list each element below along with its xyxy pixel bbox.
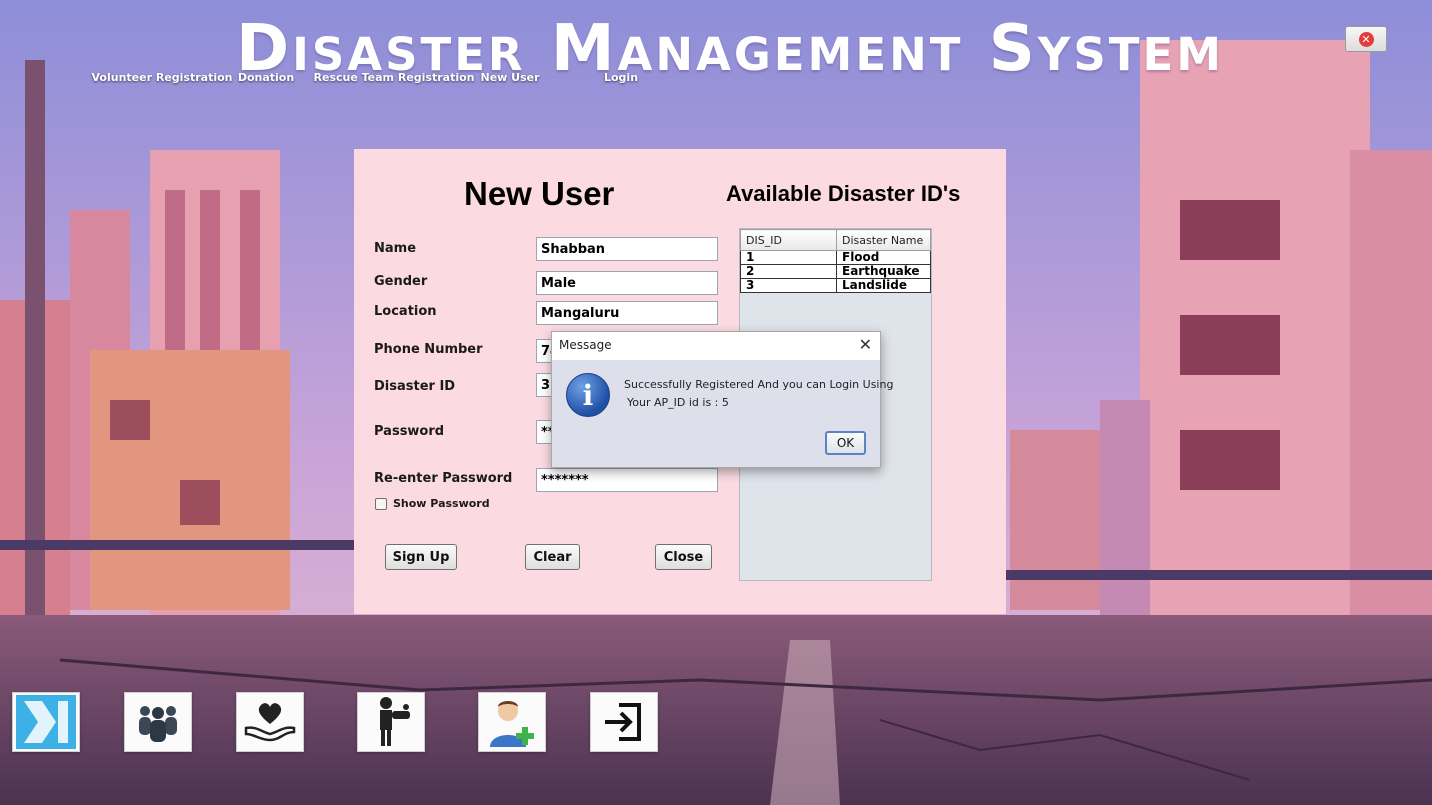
location-label: Location	[374, 304, 437, 319]
name-field[interactable]	[536, 237, 718, 261]
login-icon[interactable]	[590, 692, 658, 752]
donation-label[interactable]: Donation	[238, 71, 294, 84]
group-icon[interactable]	[124, 692, 192, 752]
table-cell: 2	[740, 264, 837, 279]
new-user-label[interactable]: New User	[480, 71, 539, 84]
disaster-id-label: Disaster ID	[374, 379, 456, 394]
dialog-title: Message	[559, 338, 612, 352]
rescue-team-registration-label[interactable]: Rescue Team Registration	[314, 71, 475, 84]
form-title: New User	[464, 175, 615, 212]
password-label: Password	[374, 424, 445, 439]
clear-button[interactable]: Clear	[525, 544, 580, 570]
dialog-title-bar[interactable]: Message ✕	[552, 332, 880, 360]
table-row[interactable]: 1 Flood	[740, 250, 931, 265]
rescuer-icon[interactable]	[357, 692, 425, 752]
show-password-toggle[interactable]: Show Password	[375, 497, 490, 510]
table-row[interactable]: 2 Earthquake	[740, 264, 931, 279]
volunteer-registration-label[interactable]: Volunteer Registration	[92, 71, 233, 84]
info-icon: i	[566, 373, 610, 417]
name-label: Name	[374, 241, 417, 256]
table-cell: Earthquake	[836, 264, 931, 279]
message-dialog: Message ✕ i Successfully Registered And …	[551, 331, 893, 468]
table-row[interactable]: 3 Landslide	[740, 278, 931, 293]
dialog-message-line2: Your AP_ID id is : 5	[627, 396, 729, 409]
close-icon: ✕	[1358, 31, 1374, 47]
close-button[interactable]: Close	[655, 544, 712, 570]
dialog-body: i Successfully Registered And you can Lo…	[552, 360, 893, 467]
show-password-checkbox[interactable]	[375, 497, 387, 510]
ok-button[interactable]: OK	[825, 431, 866, 455]
dialog-message-line1: Successfully Registered And you can Logi…	[624, 378, 894, 391]
table-cell: Landslide	[836, 278, 931, 293]
reenter-password-label: Re-enter Password	[374, 471, 513, 486]
table-cell: Flood	[836, 250, 931, 265]
column-header[interactable]: Disaster Name	[836, 229, 931, 251]
skip-forward-icon[interactable]	[12, 692, 80, 752]
window-close-button[interactable]: ✕	[1345, 26, 1387, 52]
column-header[interactable]: DIS_ID	[740, 229, 837, 251]
table-cell: 1	[740, 250, 837, 265]
dialog-close-icon[interactable]: ✕	[859, 335, 872, 354]
show-password-label: Show Password	[393, 497, 490, 510]
heart-hand-icon[interactable]	[236, 692, 304, 752]
gender-field[interactable]	[536, 271, 718, 295]
location-field[interactable]	[536, 301, 718, 325]
phone-label: Phone Number	[374, 342, 483, 357]
gender-label: Gender	[374, 274, 428, 289]
disaster-list-title: Available Disaster ID's	[726, 181, 961, 206]
add-user-icon[interactable]	[478, 692, 546, 752]
login-label[interactable]: Login	[604, 71, 638, 84]
reenter-password-field[interactable]	[536, 468, 718, 492]
table-cell: 3	[740, 278, 837, 293]
sign-up-button[interactable]: Sign Up	[385, 544, 457, 570]
